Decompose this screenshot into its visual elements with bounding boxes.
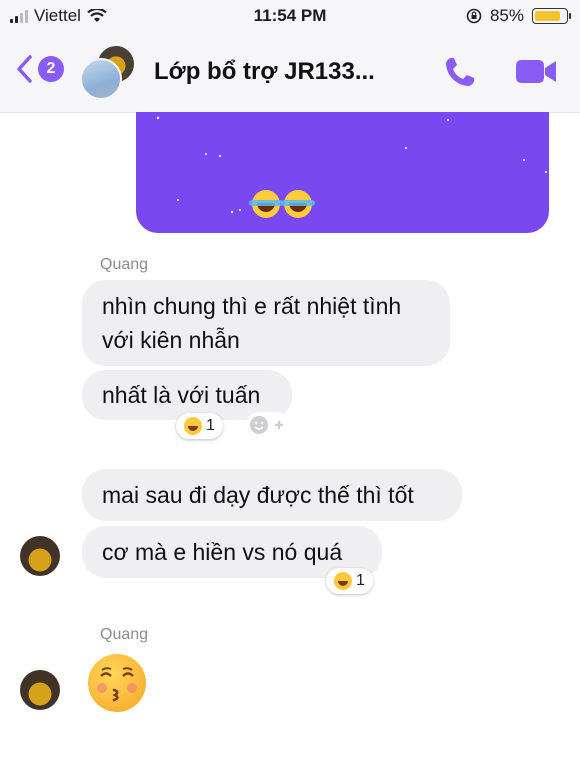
message-bubble[interactable]: mai sau đi dạy được thế thì tốt <box>82 469 462 521</box>
chevron-left-icon <box>17 55 32 83</box>
kissing-face <box>97 667 137 702</box>
status-right: 85% <box>466 6 571 26</box>
reaction-count: 1 <box>206 417 215 434</box>
video-call-icon[interactable] <box>514 54 558 88</box>
conversation-header: 2 Lớp bổ trợ JR133... <box>0 34 580 113</box>
outgoing-message-bubble[interactable] <box>136 112 549 233</box>
message-bubble[interactable]: nhìn chung thì e rất nhiệt tình với kiên… <box>82 280 450 366</box>
status-bar: Viettel 11:54 PM 85% <box>0 0 580 34</box>
add-reaction-button[interactable] <box>246 412 290 438</box>
sender-avatar[interactable] <box>20 536 60 576</box>
smiley-plus-icon <box>246 412 290 438</box>
grinning-emoji-icon <box>334 572 352 590</box>
group-avatar-photo-2 <box>80 58 122 100</box>
battery-icon <box>532 8 571 24</box>
battery-percent: 85% <box>489 6 524 25</box>
laughing-emoji-icon <box>249 190 283 218</box>
reaction-badge[interactable]: 1 <box>176 413 223 439</box>
redacted-text <box>156 116 547 214</box>
grinning-emoji-icon <box>184 417 202 435</box>
conversation-title[interactable]: Lớp bổ trợ JR133... <box>154 58 375 86</box>
sender-avatar[interactable] <box>20 670 60 710</box>
rotation-lock-icon <box>466 8 482 24</box>
sender-name: Quang <box>100 626 149 643</box>
reaction-badge[interactable]: 1 <box>326 568 373 594</box>
kissing-emoji-icon[interactable] <box>88 654 146 712</box>
reaction-count: 1 <box>356 572 365 589</box>
back-button[interactable]: 2 <box>14 54 64 84</box>
group-avatar[interactable] <box>80 44 136 100</box>
sender-name: Quang <box>100 256 149 273</box>
phone-call-icon[interactable] <box>440 52 480 92</box>
unread-badge: 2 <box>38 56 64 82</box>
laughing-emoji-icon <box>281 190 315 218</box>
